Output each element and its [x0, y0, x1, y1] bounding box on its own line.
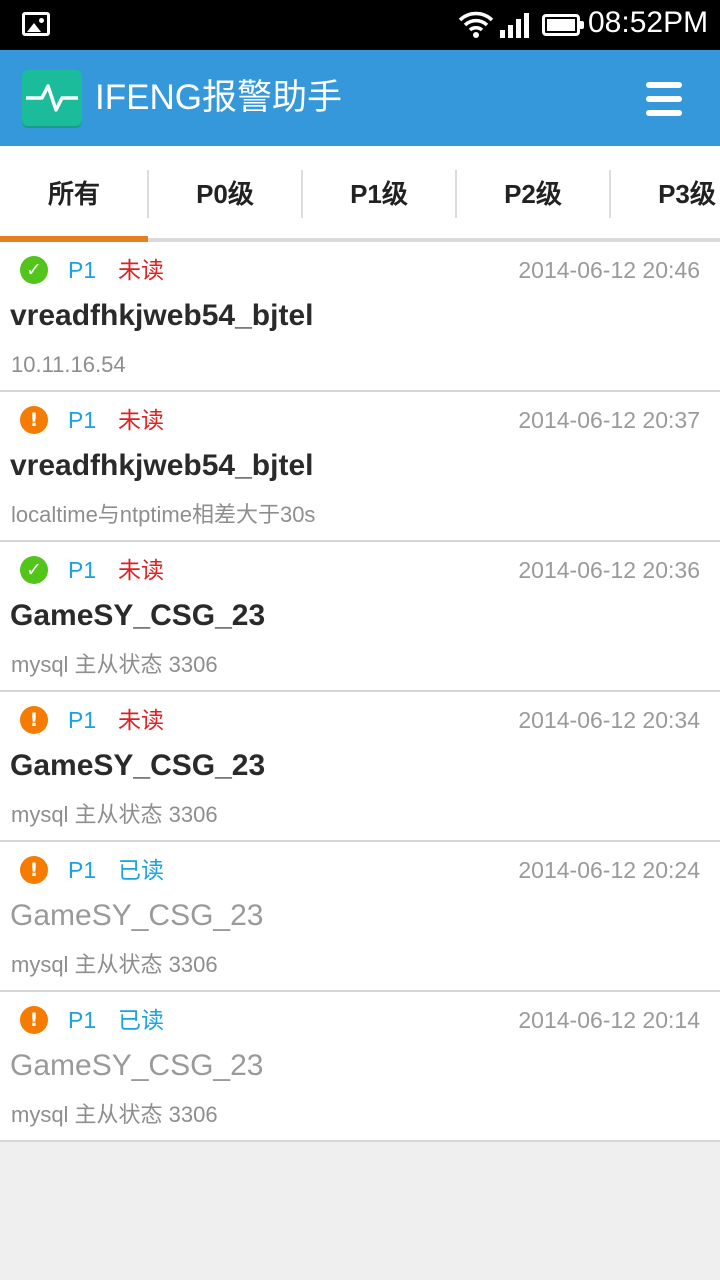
alert-time: 2014-06-12 20:46 — [518, 257, 700, 283]
alert-message: localtime与ntptime相差大于30s — [11, 502, 316, 527]
status-time: 08:52PM — [588, 6, 709, 39]
alert-host: GameSY_CSG_23 — [10, 599, 266, 632]
priority-tabs: 所有 P0级 P1级 P2级 P3级 — [0, 146, 720, 242]
alert-message: mysql 主从状态 3306 — [11, 652, 218, 677]
tab-p1[interactable]: P1级 — [303, 146, 455, 242]
alert-row[interactable]: ✓ P1 未读 2014-06-12 20:46 vreadfhkjweb54_… — [0, 242, 720, 392]
alert-row[interactable]: ! P1 未读 2014-06-12 20:34 GameSY_CSG_23 m… — [0, 692, 720, 842]
alert-message: mysql 主从状态 3306 — [11, 952, 218, 977]
tab-p3[interactable]: P3级 — [611, 146, 720, 242]
tab-p0[interactable]: P0级 — [149, 146, 301, 242]
tab-p2[interactable]: P2级 — [457, 146, 609, 242]
alert-row[interactable]: ! P1 未读 2014-06-12 20:37 vreadfhkjweb54_… — [0, 392, 720, 542]
status-bar: 08:52PM — [0, 0, 720, 50]
warning-circle-icon: ! — [20, 706, 48, 734]
app-bar: IFENG报警助手 — [0, 50, 720, 146]
read-state: 未读 — [118, 707, 164, 733]
alert-level: P1 — [68, 407, 97, 433]
alert-level: P1 — [68, 857, 97, 883]
hamburger-menu-icon[interactable] — [646, 82, 682, 118]
alert-time: 2014-06-12 20:37 — [518, 407, 700, 433]
read-state: 未读 — [118, 407, 164, 433]
alert-time: 2014-06-12 20:34 — [518, 707, 700, 733]
alert-level: P1 — [68, 257, 97, 283]
check-circle-icon: ✓ — [20, 256, 48, 284]
read-state: 已读 — [118, 1007, 164, 1033]
alert-level: P1 — [68, 707, 97, 733]
pulse-icon — [22, 70, 82, 126]
alert-host: GameSY_CSG_23 — [10, 1049, 264, 1082]
signal-icon — [500, 13, 529, 38]
alert-host: GameSY_CSG_23 — [10, 899, 264, 932]
alert-host: vreadfhkjweb54_bjtel — [10, 299, 314, 332]
alert-time: 2014-06-12 20:36 — [518, 557, 700, 583]
alert-row[interactable]: ! P1 已读 2014-06-12 20:24 GameSY_CSG_23 m… — [0, 842, 720, 992]
alert-row[interactable]: ✓ P1 未读 2014-06-12 20:36 GameSY_CSG_23 m… — [0, 542, 720, 692]
tab-all[interactable]: 所有 — [0, 146, 148, 242]
read-state: 未读 — [118, 557, 164, 583]
warning-circle-icon: ! — [20, 1006, 48, 1034]
read-state: 未读 — [118, 257, 164, 283]
wifi-icon — [458, 11, 494, 38]
warning-circle-icon: ! — [20, 856, 48, 884]
battery-icon — [542, 14, 584, 36]
alert-message: mysql 主从状态 3306 — [11, 1102, 218, 1127]
alert-time: 2014-06-12 20:24 — [518, 857, 700, 883]
read-state: 已读 — [118, 857, 164, 883]
alert-host: vreadfhkjweb54_bjtel — [10, 449, 314, 482]
image-notification-icon — [22, 12, 50, 36]
alert-message: 10.11.16.54 — [11, 352, 126, 377]
alert-host: GameSY_CSG_23 — [10, 749, 266, 782]
warning-circle-icon: ! — [20, 406, 48, 434]
alert-time: 2014-06-12 20:14 — [518, 1007, 700, 1033]
alert-row[interactable]: ! P1 已读 2014-06-12 20:14 GameSY_CSG_23 m… — [0, 992, 720, 1142]
alert-list: ✓ P1 未读 2014-06-12 20:46 vreadfhkjweb54_… — [0, 242, 720, 1142]
check-circle-icon: ✓ — [20, 556, 48, 584]
alert-level: P1 — [68, 1007, 97, 1033]
alert-level: P1 — [68, 557, 97, 583]
app-title: IFENG报警助手 — [95, 78, 342, 117]
alert-message: mysql 主从状态 3306 — [11, 802, 218, 827]
